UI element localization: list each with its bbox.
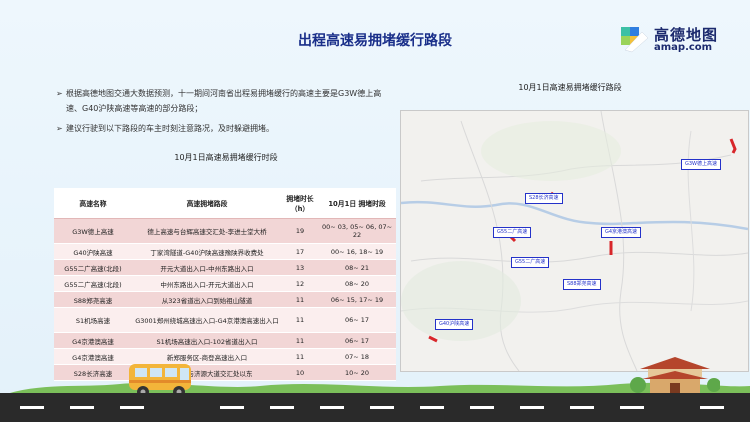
- cell-time: 00~ 16, 18~ 19: [318, 243, 396, 260]
- cell-section: 德上高速与台辉高速交汇处-李进士堂大桥: [132, 218, 282, 244]
- arrow-bullet-icon: ➢: [56, 124, 63, 133]
- cell-time: 00~ 03, 05~ 06, 07~ 22: [318, 218, 396, 244]
- cell-duration: 19: [282, 218, 318, 244]
- table-row: G4京港澳高速 新郑服务区-商登高速出入口 11 07~ 18: [54, 348, 396, 365]
- map-label-g3w: G3W德上高速: [681, 159, 721, 170]
- arrow-bullet-icon: ➢: [56, 89, 63, 98]
- table-caption: 10月1日高速易拥堵缓行时段: [174, 153, 278, 162]
- cell-time: 08~ 21: [318, 259, 396, 276]
- cell-section: 丁家湾隧道-G40沪陕高速豫陕界收费处: [132, 243, 282, 260]
- cell-duration: 11: [282, 307, 318, 333]
- bullet-text: 建议行驶到以下路段的车主时刻注意路况，及时躲避拥堵。: [66, 124, 274, 133]
- cell-time: 06~ 17: [318, 332, 396, 349]
- cell-highway: G4京港澳高速: [54, 332, 132, 349]
- cell-time: 06~ 15, 17~ 19: [318, 291, 396, 308]
- cell-section: G3001郑州绕城高速出入口-G4京港澳高速出入口: [132, 307, 282, 333]
- cell-highway: G4京港澳高速: [54, 348, 132, 365]
- amap-logo-icon: [621, 27, 649, 53]
- road-decoration: [0, 393, 750, 422]
- bullet-item: ➢ 根据高德地图交通大数据预测，十一期间河南省出程易拥堵缓行的高速主要是G3W德…: [56, 86, 396, 116]
- cell-highway: S88郑尧高速: [54, 291, 132, 308]
- header-duration: 拥堵时长（h）: [282, 188, 318, 219]
- map-label-g55-north: G55二广高速: [493, 227, 532, 238]
- table-row: S88郑尧高速 从323省道出入口到始祖山隧道 11 06~ 15, 17~ 1…: [54, 291, 396, 308]
- table-header-row: 高速名称 高速拥堵路段 拥堵时长（h） 10月1日 拥堵时段: [54, 188, 396, 219]
- cell-highway: G55二广高速(北段): [54, 259, 132, 276]
- cell-highway: G40沪陕高速: [54, 243, 132, 260]
- table-row: G55二广高速(北段) 开元大道出入口-中州东路出入口 13 08~ 21: [54, 259, 396, 276]
- cell-time: 06~ 17: [318, 307, 396, 333]
- table-row: S1机场高速 G3001郑州绕城高速出入口-G4京港澳高速出入口 11 06~ …: [54, 307, 396, 333]
- table-row: G40沪陕高速 丁家湾隧道-G40沪陕高速豫陕界收费处 17 00~ 16, 1…: [54, 243, 396, 260]
- cell-duration: 11: [282, 291, 318, 308]
- bullet-item: ➢ 建议行驶到以下路段的车主时刻注意路况，及时躲避拥堵。: [56, 121, 396, 136]
- header-time-window: 10月1日 拥堵时段: [318, 188, 396, 219]
- cell-highway: S1机场高速: [54, 307, 132, 333]
- amap-logo: 高德地图 amap.com: [620, 22, 732, 58]
- cell-duration: 11: [282, 332, 318, 349]
- cell-section: S1机场高速出入口-102省道出入口: [132, 332, 282, 349]
- slide: 出程高速易拥堵缓行路段 高德地图 amap.com ➢ 根据高德地图交通大数据预…: [0, 0, 750, 422]
- congestion-table: 高速名称 高速拥堵路段 拥堵时长（h） 10月1日 拥堵时段 G3W德上高速 德…: [54, 188, 396, 381]
- cell-highway: G3W德上高速: [54, 218, 132, 244]
- map-label-g4: G4京港澳高速: [601, 227, 642, 238]
- cell-time: 08~ 20: [318, 275, 396, 292]
- map-caption: 10月1日高速易拥堵缓行路段: [518, 83, 622, 92]
- cell-section: 从323省道出入口到始祖山隧道: [132, 291, 282, 308]
- header-section: 高速拥堵路段: [132, 188, 282, 219]
- table-row: G55二广高速(北段) 中州东路出入口-开元大道出入口 12 08~ 20: [54, 275, 396, 292]
- cell-duration: 12: [282, 275, 318, 292]
- cell-highway: G55二广高速(北段): [54, 275, 132, 292]
- map-label-g55-south: G55二广高速: [511, 257, 550, 268]
- map-label-s28: S28长济高速: [525, 193, 563, 204]
- cell-section: 开元大道出入口-中州东路出入口: [132, 259, 282, 276]
- table-row: G3W德上高速 德上高速与台辉高速交汇处-李进士堂大桥 19 00~ 03, 0…: [54, 218, 396, 244]
- map-background: [401, 111, 748, 371]
- cell-time: 07~ 18: [318, 348, 396, 365]
- map-label-s88: S88郑尧高速: [563, 279, 601, 290]
- logo-text-en: amap.com: [654, 42, 713, 53]
- cell-duration: 11: [282, 348, 318, 365]
- pagoda-illustration-icon: [630, 357, 720, 393]
- header-highway-name: 高速名称: [54, 188, 132, 219]
- cell-duration: 13: [282, 259, 318, 276]
- highway-map: G3W德上高速 S28长济高速 G55二广高速 G4京港澳高速 G55二广高速 …: [400, 110, 749, 372]
- cell-duration: 17: [282, 243, 318, 260]
- bullet-text: 根据高德地图交通大数据预测，十一期间河南省出程易拥堵缓行的高速主要是G3W德上高…: [66, 89, 382, 113]
- summary-bullets: ➢ 根据高德地图交通大数据预测，十一期间河南省出程易拥堵缓行的高速主要是G3W德…: [56, 86, 396, 141]
- map-label-g40: G40沪陕高速: [435, 319, 474, 330]
- table-row: G4京港澳高速 S1机场高速出入口-102省道出入口 11 06~ 17: [54, 332, 396, 349]
- cell-section: 中州东路出入口-开元大道出入口: [132, 275, 282, 292]
